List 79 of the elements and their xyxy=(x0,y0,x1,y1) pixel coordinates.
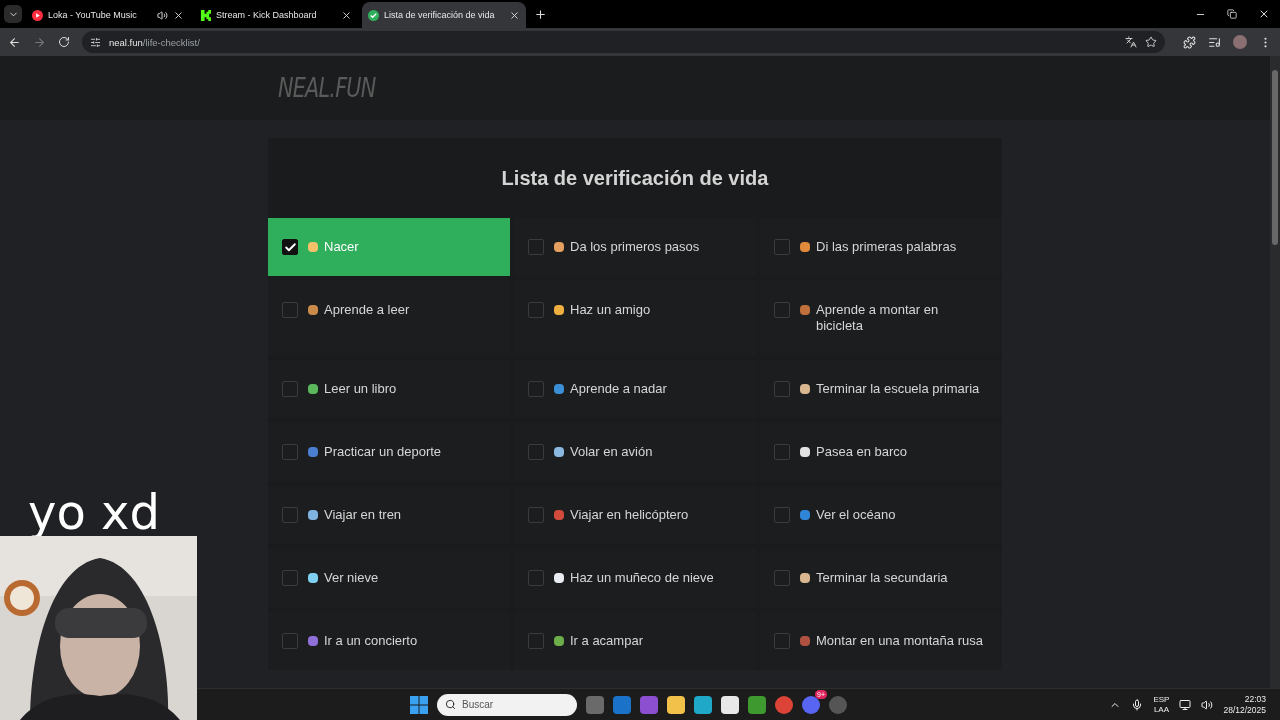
checkbox[interactable] xyxy=(528,507,544,523)
checkbox[interactable] xyxy=(528,302,544,318)
item-label: Di las primeras palabras xyxy=(816,239,957,255)
site-settings-icon[interactable] xyxy=(90,36,101,48)
item-label: Terminar la secundaria xyxy=(816,570,948,586)
item-label: Aprende a montar en bicicleta xyxy=(816,302,940,334)
language-indicator[interactable]: ESP LAA xyxy=(1153,694,1170,715)
item-label: Viajar en helicóptero xyxy=(570,507,689,523)
profile-avatar[interactable] xyxy=(1233,35,1247,49)
item-label: Ver el océano xyxy=(816,507,896,523)
translate-icon[interactable] xyxy=(1125,36,1137,48)
checkbox[interactable] xyxy=(282,239,298,255)
reload-icon[interactable] xyxy=(58,36,70,48)
checkbox[interactable] xyxy=(774,507,790,523)
media-controls-icon[interactable] xyxy=(1208,35,1221,49)
item-label: Haz un amigo xyxy=(570,302,651,318)
url-text: neal.fun/life-checklist/ xyxy=(109,36,200,48)
item-label: Haz un muñeco de nieve xyxy=(570,570,714,586)
start-icon[interactable] xyxy=(410,695,428,714)
forward-arrow-icon[interactable] xyxy=(33,35,46,49)
checkbox[interactable] xyxy=(528,570,544,586)
checkbox[interactable] xyxy=(774,444,790,460)
item-label: Pasea en barco xyxy=(816,444,908,460)
checkbox[interactable] xyxy=(282,302,298,318)
item-label: Terminar la escuela primaria xyxy=(816,381,980,397)
checkbox[interactable] xyxy=(528,444,544,460)
checkbox[interactable] xyxy=(774,302,790,318)
tab-search-button[interactable] xyxy=(4,5,22,23)
checkbox[interactable] xyxy=(282,444,298,460)
close-icon[interactable] xyxy=(509,9,520,21)
search-icon xyxy=(445,699,456,710)
check-circle-icon xyxy=(368,9,379,21)
k-logo-icon xyxy=(200,9,211,21)
clock[interactable]: 22:03 28/12/2025 xyxy=(1223,693,1266,716)
browser-tab[interactable]: Lista de verificación de vida xyxy=(362,2,526,28)
close-icon[interactable] xyxy=(341,9,352,21)
browser-tab[interactable]: Loka - YouTube Music xyxy=(26,2,190,28)
checkbox[interactable] xyxy=(282,381,298,397)
checkbox[interactable] xyxy=(528,381,544,397)
bookmark-star-icon[interactable] xyxy=(1145,36,1157,48)
item-label: Ver nieve xyxy=(324,570,379,586)
checkbox[interactable] xyxy=(528,633,544,649)
close-icon[interactable] xyxy=(173,9,184,21)
browser-tab[interactable]: Stream - Kick Dashboard xyxy=(194,2,358,28)
checkbox[interactable] xyxy=(528,239,544,255)
extensions-icon[interactable] xyxy=(1183,35,1196,49)
check-icon xyxy=(283,240,297,254)
checkbox[interactable] xyxy=(282,507,298,523)
speaker-icon[interactable] xyxy=(157,9,168,21)
microphone-icon[interactable] xyxy=(1131,698,1144,711)
item-label: Practicar un deporte xyxy=(324,444,442,460)
address-bar[interactable]: neal.fun/life-checklist/ xyxy=(82,31,1165,53)
checkbox[interactable] xyxy=(282,570,298,586)
volume-icon[interactable] xyxy=(1201,698,1214,711)
overlay-caption: yo xd xyxy=(28,484,160,540)
checkbox[interactable] xyxy=(774,239,790,255)
page-title: Lista de verificación de vida xyxy=(500,165,770,191)
item-label: Viajar en tren xyxy=(324,507,402,523)
restore-icon[interactable] xyxy=(1227,9,1237,19)
checkbox[interactable] xyxy=(774,381,790,397)
item-label: Aprende a nadar xyxy=(570,381,667,397)
scrollbar[interactable] xyxy=(1270,56,1280,688)
back-arrow-icon[interactable] xyxy=(8,35,21,49)
item-label: Ir a un concierto xyxy=(324,633,418,649)
item-label: Ir a acampar xyxy=(570,633,643,649)
item-label: Montar en una montaña rusa xyxy=(816,633,983,649)
checkbox[interactable] xyxy=(282,633,298,649)
network-icon[interactable] xyxy=(1179,698,1192,711)
close-icon[interactable] xyxy=(1258,8,1270,20)
plus-icon[interactable] xyxy=(534,8,547,21)
checkbox[interactable] xyxy=(774,570,790,586)
item-label: Aprende a leer xyxy=(324,302,410,318)
item-label: Volar en avión xyxy=(570,444,653,460)
taskbar-search-field[interactable]: Buscar xyxy=(437,693,577,716)
item-label: Da los primeros pasos xyxy=(570,239,700,255)
checkbox[interactable] xyxy=(774,633,790,649)
music-app-icon xyxy=(32,9,43,21)
item-label: Leer un libro xyxy=(324,381,397,397)
item-label: Nacer xyxy=(324,239,359,255)
